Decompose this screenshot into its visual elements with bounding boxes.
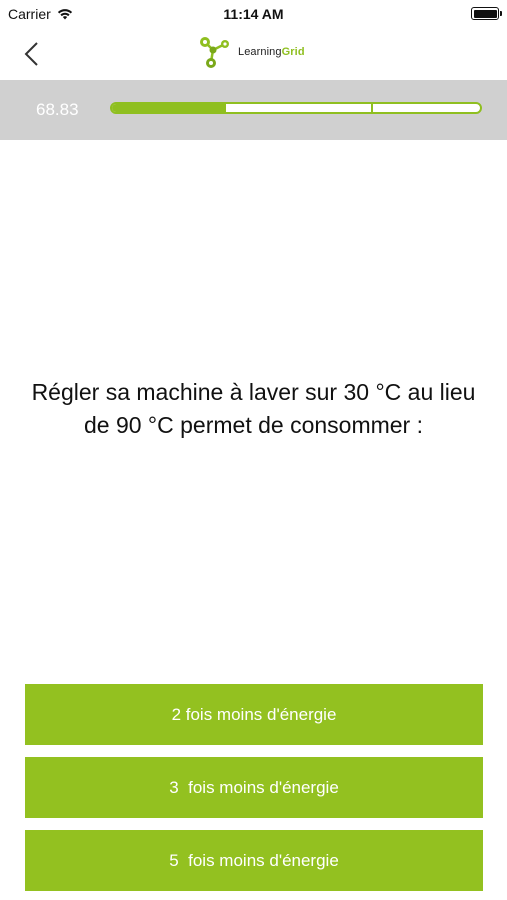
logo-text-bold: Grid xyxy=(281,46,305,58)
progress-bar xyxy=(110,102,482,114)
score-value: 68.83 xyxy=(36,100,79,119)
molecule-logo-icon xyxy=(200,37,229,68)
progress-fill xyxy=(112,104,227,112)
answer-button-3[interactable]: 5 fois moins d'énergie xyxy=(25,830,483,891)
clock: 11:14 AM xyxy=(223,6,284,22)
question-text: Régler sa machine à laver sur 30 °C au l… xyxy=(31,379,476,438)
progress-marker xyxy=(371,104,374,112)
nav-bar: LearningGrid xyxy=(0,28,507,80)
status-bar: Carrier 11:14 AM xyxy=(0,0,507,28)
back-button[interactable] xyxy=(14,36,50,72)
battery-icon xyxy=(471,7,502,20)
chevron-left-icon xyxy=(24,42,38,66)
answer-button-2[interactable]: 3 fois moins d'énergie xyxy=(25,757,483,818)
logo-wordmark: LearningGrid xyxy=(238,46,305,58)
logo-text-light: Learning xyxy=(238,46,282,58)
app-logo: LearningGrid xyxy=(196,32,305,72)
answer-button-1[interactable]: 2 fois moins d'énergie xyxy=(25,684,483,745)
battery-level xyxy=(473,9,497,18)
